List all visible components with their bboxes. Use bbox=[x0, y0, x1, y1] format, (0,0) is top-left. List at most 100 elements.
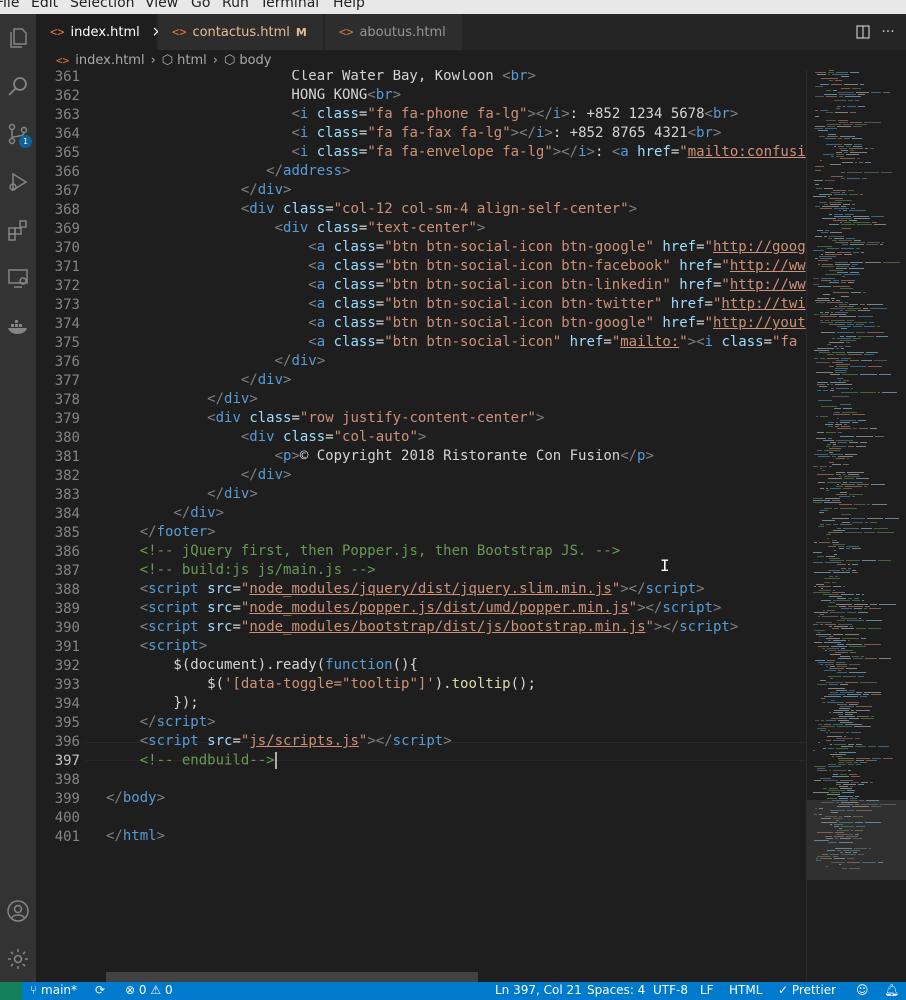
minimap-line bbox=[813, 498, 823, 499]
minimap-line bbox=[839, 96, 843, 97]
indentation[interactable]: Spaces: 4 bbox=[587, 983, 645, 997]
menu-terminal[interactable]: Terminal bbox=[260, 0, 319, 11]
code-editor[interactable]: 361 362 363 364 365 366 367 368 369 370 371 372 373 3… bbox=[36, 70, 806, 982]
menu-view[interactable]: View bbox=[145, 0, 178, 11]
run-debug-button[interactable] bbox=[0, 164, 36, 200]
minimap-line bbox=[844, 476, 860, 477]
minimap-line bbox=[829, 636, 833, 637]
code-token: = bbox=[232, 600, 241, 616]
minimap-line bbox=[829, 342, 844, 343]
minimap-line bbox=[839, 148, 847, 149]
minimap-line bbox=[841, 348, 844, 349]
minimap-line bbox=[816, 416, 818, 417]
code-token: > bbox=[249, 486, 258, 502]
branch-indicator[interactable]: ⑂ main* bbox=[30, 983, 77, 997]
minimap-line bbox=[864, 172, 879, 173]
minimap-line bbox=[847, 472, 864, 473]
search-button[interactable] bbox=[0, 68, 36, 104]
code-token: href bbox=[679, 277, 713, 293]
minimap-line bbox=[834, 508, 838, 509]
menu-help[interactable]: Help bbox=[333, 0, 365, 11]
code-token: </ bbox=[266, 163, 284, 179]
more-actions-button[interactable]: ··· bbox=[879, 23, 897, 41]
accounts-button[interactable] bbox=[0, 893, 36, 929]
extensions-button[interactable] bbox=[0, 212, 36, 248]
source-control-button[interactable]: 1 bbox=[0, 116, 36, 152]
minimap-line bbox=[841, 76, 849, 77]
code-token: http://twi bbox=[721, 296, 806, 312]
minimap-line bbox=[850, 150, 854, 151]
tab-contactus-html[interactable]: <> contactus.html M bbox=[158, 14, 324, 50]
minimap-line bbox=[820, 358, 825, 359]
minimap-line bbox=[870, 428, 877, 429]
minimap-line bbox=[830, 314, 846, 315]
minimap-line bbox=[838, 92, 854, 93]
remote-explorer-button[interactable] bbox=[0, 260, 36, 296]
breadcrumb-body[interactable]: body bbox=[239, 53, 271, 68]
minimap-line bbox=[860, 374, 877, 375]
line-number: 379 bbox=[54, 411, 80, 427]
menu-go[interactable]: Go bbox=[191, 0, 210, 11]
minimap-line bbox=[835, 384, 852, 385]
notifications-icon[interactable]: 🔔︎ bbox=[884, 983, 899, 997]
minimap-line bbox=[833, 444, 836, 445]
minimap-line bbox=[859, 162, 863, 163]
minimap-line bbox=[882, 392, 897, 393]
menu-run[interactable]: Run bbox=[222, 0, 249, 11]
tab-index-html[interactable]: <> index.html × bbox=[36, 14, 164, 50]
code-line: <a class="btn btn-social-icon" href="mai… bbox=[106, 334, 797, 353]
feedback-icon[interactable]: ☺ bbox=[856, 983, 869, 997]
minimap-line bbox=[828, 790, 845, 791]
extensions-icon bbox=[8, 220, 27, 241]
minimap-line bbox=[814, 642, 822, 643]
minimap-line bbox=[860, 392, 876, 393]
code-line: </div> bbox=[106, 353, 326, 372]
minimap-line bbox=[829, 366, 834, 367]
tab-aboutus-html[interactable]: <> aboutus.html bbox=[325, 14, 463, 50]
remote-indicator[interactable] bbox=[0, 982, 22, 1000]
minimap-line bbox=[837, 666, 847, 667]
minimap-line bbox=[831, 646, 847, 647]
minimap-line bbox=[856, 764, 861, 765]
docker-button[interactable] bbox=[0, 308, 36, 344]
minimap-line bbox=[841, 172, 845, 173]
minimap-line bbox=[851, 732, 861, 733]
docker-icon bbox=[8, 320, 27, 334]
code-token: </ bbox=[274, 353, 292, 369]
menu-edit[interactable]: Edit bbox=[31, 0, 58, 11]
problems-indicator[interactable]: ⊗ 0 ⚠ 0 bbox=[125, 983, 173, 997]
horizontal-scrollbar[interactable] bbox=[106, 972, 478, 982]
code-area[interactable]: Clear Water Bay, Kowloon <br> HONG KONG<… bbox=[106, 70, 806, 982]
minimap-line bbox=[870, 782, 873, 783]
minimap-slider[interactable] bbox=[807, 800, 906, 880]
minimap-line bbox=[827, 610, 835, 611]
prettier-status[interactable]: ✓ Prettier bbox=[778, 983, 836, 997]
end-of-line[interactable]: LF bbox=[700, 983, 714, 997]
minimap[interactable] bbox=[806, 70, 906, 982]
menu-file[interactable]: File bbox=[0, 0, 19, 11]
sync-icon[interactable]: ⟳ bbox=[95, 983, 105, 997]
code-token: br bbox=[712, 106, 730, 122]
breadcrumb-html[interactable]: html bbox=[177, 53, 207, 68]
menu-selection[interactable]: Selection bbox=[70, 0, 135, 11]
encoding[interactable]: UTF-8 bbox=[653, 983, 688, 997]
cursor-position[interactable]: Ln 397, Col 21 bbox=[495, 983, 582, 997]
split-editor-button[interactable] bbox=[854, 23, 872, 41]
manage-button[interactable] bbox=[0, 941, 36, 977]
code-token: src bbox=[207, 619, 233, 635]
minimap-line bbox=[841, 328, 847, 329]
minimap-line bbox=[862, 560, 876, 561]
code-token: > bbox=[342, 163, 351, 179]
language-mode[interactable]: HTML bbox=[729, 983, 762, 997]
code-token: http://ww bbox=[729, 277, 806, 293]
minimap-line bbox=[829, 626, 832, 627]
minimap-line bbox=[850, 626, 853, 627]
code-token: " bbox=[704, 239, 713, 255]
explorer-button[interactable] bbox=[0, 20, 36, 56]
minimap-line bbox=[819, 136, 825, 137]
breadcrumb-file[interactable]: index.html bbox=[75, 53, 144, 68]
